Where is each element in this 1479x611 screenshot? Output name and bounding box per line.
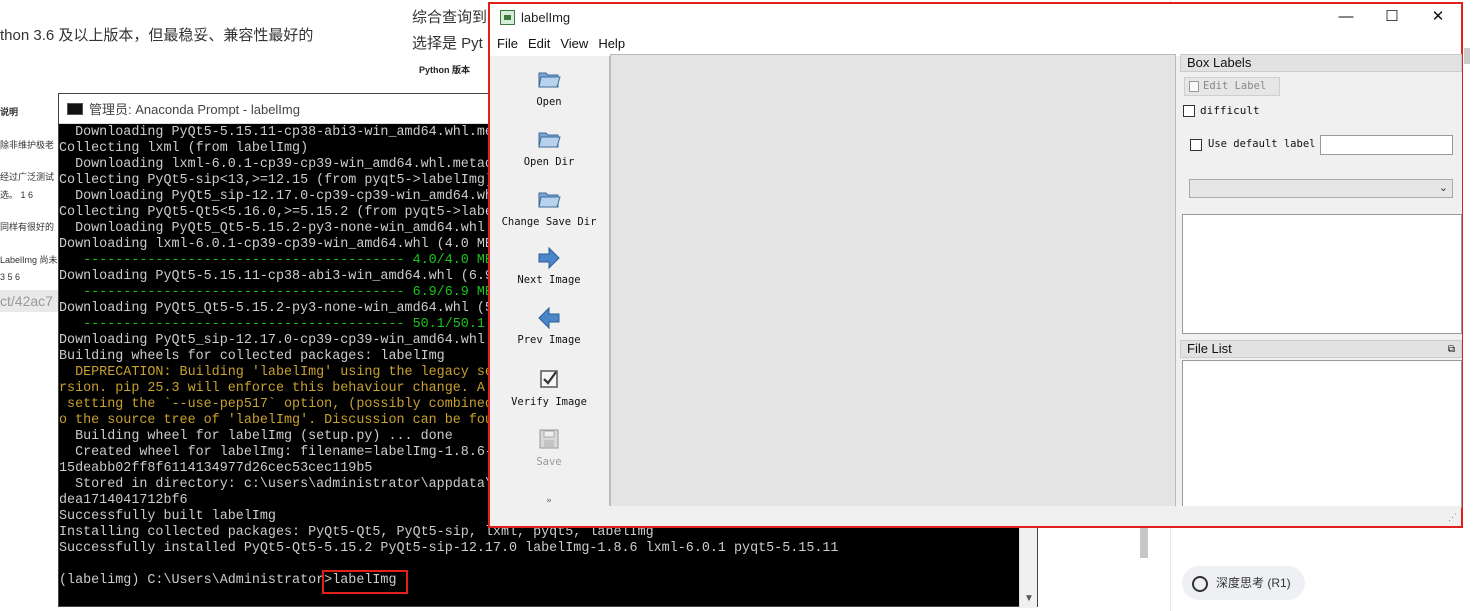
status-bar: ⋰	[490, 506, 1461, 526]
chevron-down-icon[interactable]: ▼	[1024, 593, 1034, 604]
save-icon	[539, 429, 559, 449]
label-list[interactable]	[1182, 214, 1462, 334]
console-line: (labelimg) C:\Users\Administrator>labelI…	[59, 573, 397, 588]
article-text-3: 选择是 Pyt	[412, 35, 483, 52]
article-text-2: 综合查询到	[412, 9, 488, 26]
console-line: Successfully installed PyQt5-Qt5-5.15.2 …	[59, 541, 839, 556]
menu-file[interactable]: File	[497, 36, 518, 51]
minimize-button[interactable]: —	[1323, 4, 1369, 30]
label-combobox[interactable]: ⌄	[1189, 179, 1453, 198]
atom-icon	[1192, 575, 1208, 592]
table-cell: 经过广泛测试	[0, 172, 55, 182]
folder-icon	[538, 132, 561, 148]
file-list-title[interactable]: File List ⧉	[1180, 340, 1462, 358]
change-save-dir-button[interactable]: Change Save Dir	[490, 186, 608, 228]
table-header-python-version: Python 版本	[419, 65, 470, 75]
edit-icon	[1189, 81, 1199, 92]
url-fragment: ct/42ac7	[0, 290, 58, 312]
labelimg-window[interactable]: labelImg — ☐ ✕ File Edit View Help Open …	[488, 2, 1463, 528]
float-icon[interactable]: ⧉	[1448, 342, 1455, 358]
deep-think-label: 深度思考 (R1)	[1216, 576, 1291, 590]
divider	[1464, 48, 1470, 64]
use-default-label-label: Use default label	[1208, 138, 1316, 150]
maximize-button[interactable]: ☐	[1369, 4, 1415, 30]
use-default-label-checkbox[interactable]	[1190, 139, 1202, 151]
difficult-checkbox[interactable]	[1183, 105, 1195, 117]
table-cell: 选。 1 6	[0, 190, 34, 200]
image-canvas[interactable]	[610, 54, 1176, 508]
console-title: 管理员: Anaconda Prompt - labelImg	[89, 102, 300, 117]
arrow-left-icon	[538, 306, 560, 330]
highlight-box	[322, 570, 408, 594]
default-label-input[interactable]	[1320, 135, 1453, 155]
deep-think-button[interactable]: 深度思考 (R1)	[1182, 566, 1305, 600]
difficult-label: difficult	[1200, 104, 1260, 117]
table-cell: 除非维护极老	[0, 140, 55, 150]
article-text: thon 3.6 及以上版本，但最稳妥、兼容性最好的	[0, 27, 314, 44]
menu-help[interactable]: Help	[598, 36, 625, 51]
folder-icon	[538, 192, 561, 208]
file-list[interactable]	[1182, 360, 1462, 508]
close-button[interactable]: ✕	[1415, 4, 1461, 30]
tool-bar: Open Open Dir Change Save Dir Next Image…	[490, 56, 610, 506]
table-cell: 3 5 6	[0, 272, 21, 282]
prev-image-button[interactable]: Prev Image	[490, 306, 608, 346]
menu-bar: File Edit View Help	[490, 30, 1461, 56]
checkbox-icon	[540, 370, 558, 388]
open-dir-button[interactable]: Open Dir	[490, 126, 608, 168]
labelimg-titlebar[interactable]: labelImg	[490, 4, 1461, 30]
folder-icon	[538, 72, 561, 88]
resize-grip-icon[interactable]: ⋰	[1448, 512, 1457, 523]
menu-view[interactable]: View	[560, 36, 588, 51]
open-button[interactable]: Open	[490, 66, 608, 108]
next-image-button[interactable]: Next Image	[490, 246, 608, 286]
console-icon	[67, 102, 83, 115]
save-button[interactable]: Save	[490, 426, 608, 468]
more-tools-button[interactable]: »	[490, 496, 608, 506]
edit-label-button[interactable]: Edit Label	[1184, 77, 1280, 96]
table-cell: LabelImg 尚未	[0, 255, 58, 265]
menu-edit[interactable]: Edit	[528, 36, 550, 51]
right-dock-panel: Box Labels Edit Label difficult Use defa…	[1180, 54, 1462, 508]
labelimg-app-icon	[500, 9, 515, 25]
chevron-down-icon: ⌄	[1438, 182, 1448, 194]
verify-image-button[interactable]: Verify Image	[490, 366, 608, 408]
arrow-right-icon	[538, 246, 560, 270]
table-cell: 同样有很好的	[0, 222, 55, 232]
table-header: 说明	[0, 107, 19, 117]
window-title: labelImg	[521, 9, 571, 25]
box-labels-title[interactable]: Box Labels	[1180, 54, 1462, 72]
